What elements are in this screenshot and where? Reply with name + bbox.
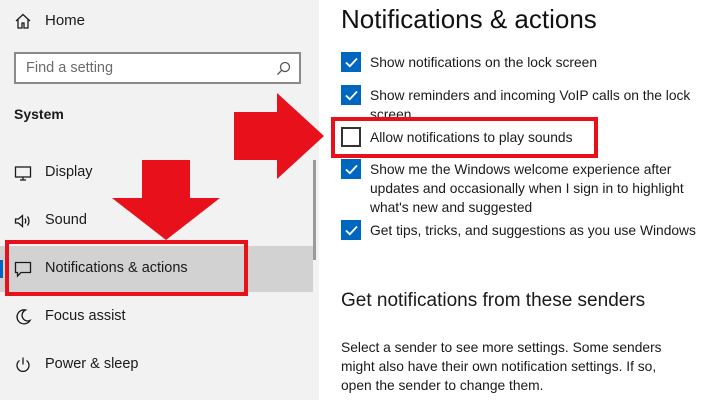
home-icon bbox=[14, 12, 32, 30]
senders-heading: Get notifications from these senders bbox=[341, 290, 646, 311]
page-title: Notifications & actions bbox=[341, 4, 597, 34]
sidebar-item-power-sleep[interactable]: Power & sleep bbox=[0, 342, 313, 388]
sidebar-item-focus-assist[interactable]: Focus assist bbox=[0, 294, 313, 340]
highlight-box-option bbox=[331, 117, 598, 158]
home-label: Home bbox=[45, 12, 86, 29]
search-icon[interactable] bbox=[276, 61, 291, 76]
active-indicator bbox=[0, 260, 3, 278]
highlight-box-sidebar bbox=[5, 240, 248, 296]
sound-icon bbox=[14, 212, 32, 230]
senders-description: Select a sender to see more settings. So… bbox=[341, 340, 662, 393]
search-placeholder: Find a setting bbox=[26, 60, 114, 76]
option-label: Show me the Windows welcome experience a… bbox=[370, 162, 684, 215]
power-icon bbox=[14, 356, 32, 374]
sidebar-item-label: Focus assist bbox=[45, 308, 126, 324]
display-icon bbox=[14, 164, 32, 182]
main-panel: Notifications & actions Show notificatio… bbox=[319, 0, 704, 400]
arrow-down-icon bbox=[112, 160, 220, 240]
option-label: Get tips, tricks, and suggestions as you… bbox=[370, 223, 696, 238]
checkbox-checked[interactable] bbox=[341, 85, 361, 105]
checkbox-checked[interactable] bbox=[341, 159, 361, 179]
arrow-right-icon bbox=[234, 93, 324, 179]
home-nav-item[interactable]: Home bbox=[0, 0, 300, 42]
sidebar-item-label: Display bbox=[45, 164, 93, 180]
checkbox-checked[interactable] bbox=[341, 52, 361, 72]
focus-assist-icon bbox=[14, 308, 32, 326]
checkbox-checked[interactable] bbox=[341, 220, 361, 240]
section-label-system: System bbox=[14, 106, 64, 122]
sidebar-item-label: Sound bbox=[45, 212, 87, 228]
sidebar-item-label: Power & sleep bbox=[45, 356, 139, 372]
option-label: Show notifications on the lock screen bbox=[370, 55, 598, 70]
search-input[interactable]: Find a setting bbox=[14, 52, 301, 84]
